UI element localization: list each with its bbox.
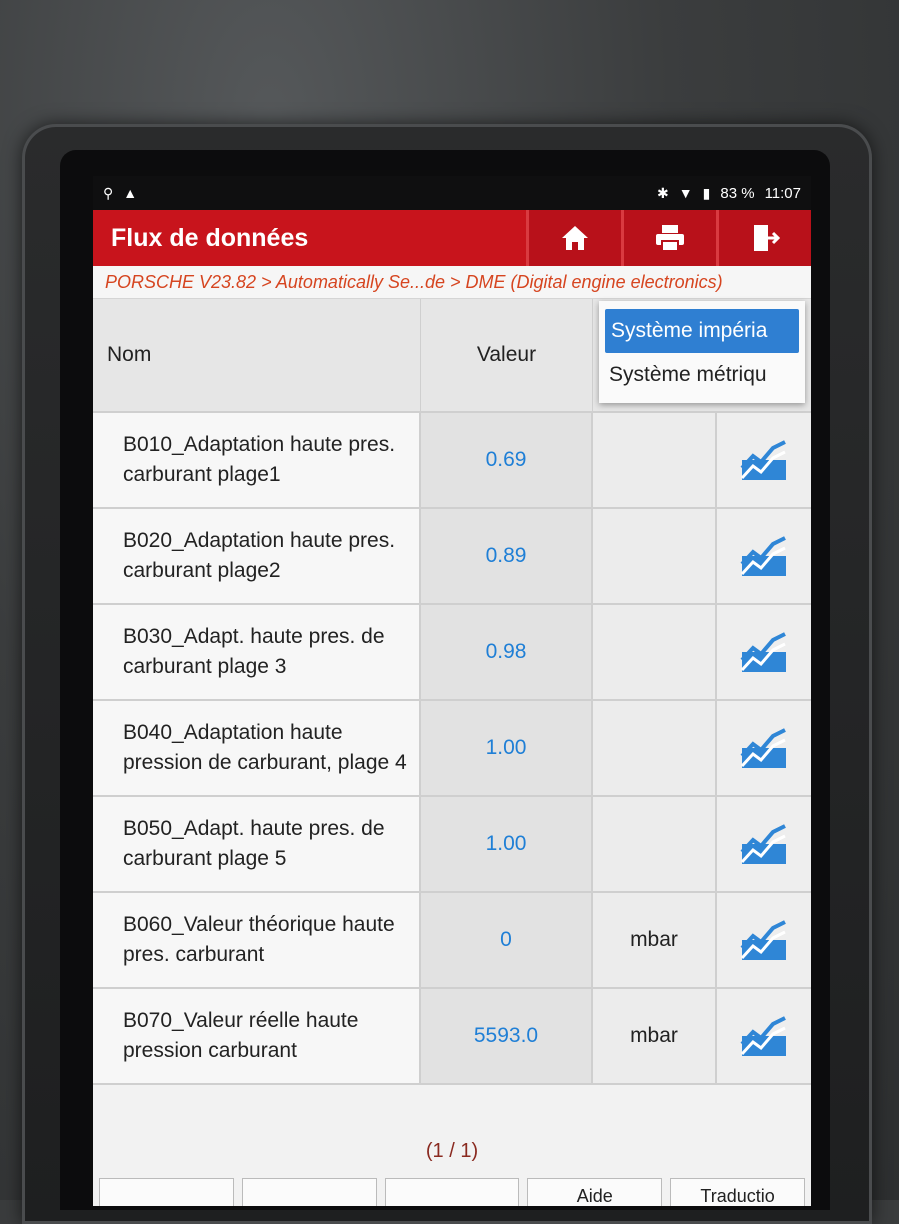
parameter-name: B050_Adapt. haute pres. de carburant pla… xyxy=(93,797,421,891)
graph-button[interactable] xyxy=(717,509,811,603)
parameter-unit xyxy=(593,605,717,699)
graph-button[interactable] xyxy=(717,989,811,1083)
table-row[interactable]: B070_Valeur réelle haute pression carbur… xyxy=(93,989,811,1085)
parameter-name: B070_Valeur réelle haute pression carbur… xyxy=(93,989,421,1083)
graph-icon xyxy=(740,440,786,480)
column-header-name: Nom xyxy=(93,299,421,411)
graph-button[interactable] xyxy=(717,797,811,891)
footer-button-2[interactable] xyxy=(384,1178,520,1206)
data-stream-table: Nom Valeur B010_Adaptation haute pres. c… xyxy=(93,299,811,1085)
bluetooth-icon: ✱ xyxy=(657,184,669,201)
graph-button[interactable] xyxy=(717,893,811,987)
parameter-unit xyxy=(593,701,717,795)
parameter-name: B030_Adapt. haute pres. de carburant pla… xyxy=(93,605,421,699)
footer-button-3[interactable]: Aide xyxy=(527,1178,663,1206)
parameter-unit xyxy=(593,509,717,603)
table-row[interactable]: B020_Adaptation haute pres. carburant pl… xyxy=(93,509,811,605)
exit-icon xyxy=(754,225,780,251)
parameter-value: 0.89 xyxy=(421,509,593,603)
unit-option-imperial[interactable]: Système impéria xyxy=(605,309,799,353)
table-row[interactable]: B060_Valeur théorique haute pres. carbur… xyxy=(93,893,811,989)
title-bar: Flux de données xyxy=(93,210,811,266)
graph-icon xyxy=(740,728,786,768)
wifi-icon: ▼ xyxy=(678,185,693,201)
status-bar: ⚲ ▲ ✱ ▼ ▮ 83 % 11:07 xyxy=(93,176,811,210)
usb-icon: ⚲ xyxy=(103,184,114,201)
parameter-value: 0.98 xyxy=(421,605,593,699)
footer-button-1[interactable] xyxy=(241,1178,377,1206)
home-button[interactable] xyxy=(526,210,621,266)
parameter-name: B060_Valeur théorique haute pres. carbur… xyxy=(93,893,421,987)
parameter-unit: mbar xyxy=(593,989,717,1083)
parameter-unit xyxy=(593,797,717,891)
page-title: Flux de données xyxy=(111,223,309,252)
table-row[interactable]: B010_Adaptation haute pres. carburant pl… xyxy=(93,413,811,509)
parameter-unit: mbar xyxy=(593,893,717,987)
graph-icon xyxy=(740,536,786,576)
warning-icon: ▲ xyxy=(123,185,138,201)
graph-button[interactable] xyxy=(717,605,811,699)
parameter-value: 1.00 xyxy=(421,797,593,891)
graph-button[interactable] xyxy=(717,413,811,507)
table-row[interactable]: B030_Adapt. haute pres. de carburant pla… xyxy=(93,605,811,701)
graph-icon xyxy=(740,1016,786,1056)
tablet-screen: ⚲ ▲ ✱ ▼ ▮ 83 % 11:07 Flux de données POR… xyxy=(93,176,811,1206)
battery-level: 83 % xyxy=(720,184,755,202)
footer-button-4[interactable]: Traductio xyxy=(670,1178,805,1206)
parameter-value: 1.00 xyxy=(421,701,593,795)
parameter-unit xyxy=(593,413,717,507)
column-header-value: Valeur xyxy=(421,299,593,411)
parameter-value: 0.69 xyxy=(421,413,593,507)
page-indicator: (1 / 1) xyxy=(425,1140,479,1162)
graph-icon xyxy=(740,824,786,864)
print-button[interactable] xyxy=(621,210,716,266)
parameter-value: 5593.0 xyxy=(421,989,593,1083)
graph-button[interactable] xyxy=(717,701,811,795)
footer-button-0[interactable] xyxy=(99,1178,234,1206)
graph-icon xyxy=(740,920,786,960)
printer-icon xyxy=(656,225,684,252)
parameter-name: B020_Adaptation haute pres. carburant pl… xyxy=(93,509,421,603)
graph-icon xyxy=(740,632,786,672)
unit-system-menu: Système impéria Système métriqu xyxy=(599,301,805,403)
parameter-name: B010_Adaptation haute pres. carburant pl… xyxy=(93,413,421,507)
table-row[interactable]: B040_Adaptation haute pression de carbur… xyxy=(93,701,811,797)
table-row[interactable]: B050_Adapt. haute pres. de carburant pla… xyxy=(93,797,811,893)
battery-icon: ▮ xyxy=(702,184,711,201)
parameter-name: B040_Adaptation haute pression de carbur… xyxy=(93,701,421,795)
bottom-toolbar: Aide Traductio xyxy=(93,1178,811,1206)
home-icon xyxy=(562,226,588,250)
parameter-value: 0 xyxy=(421,893,593,987)
breadcrumb: PORSCHE V23.82 > Automatically Se...de >… xyxy=(93,266,811,299)
clock: 11:07 xyxy=(764,184,801,202)
exit-button[interactable] xyxy=(716,210,811,266)
unit-option-metric[interactable]: Système métriqu xyxy=(599,353,805,397)
